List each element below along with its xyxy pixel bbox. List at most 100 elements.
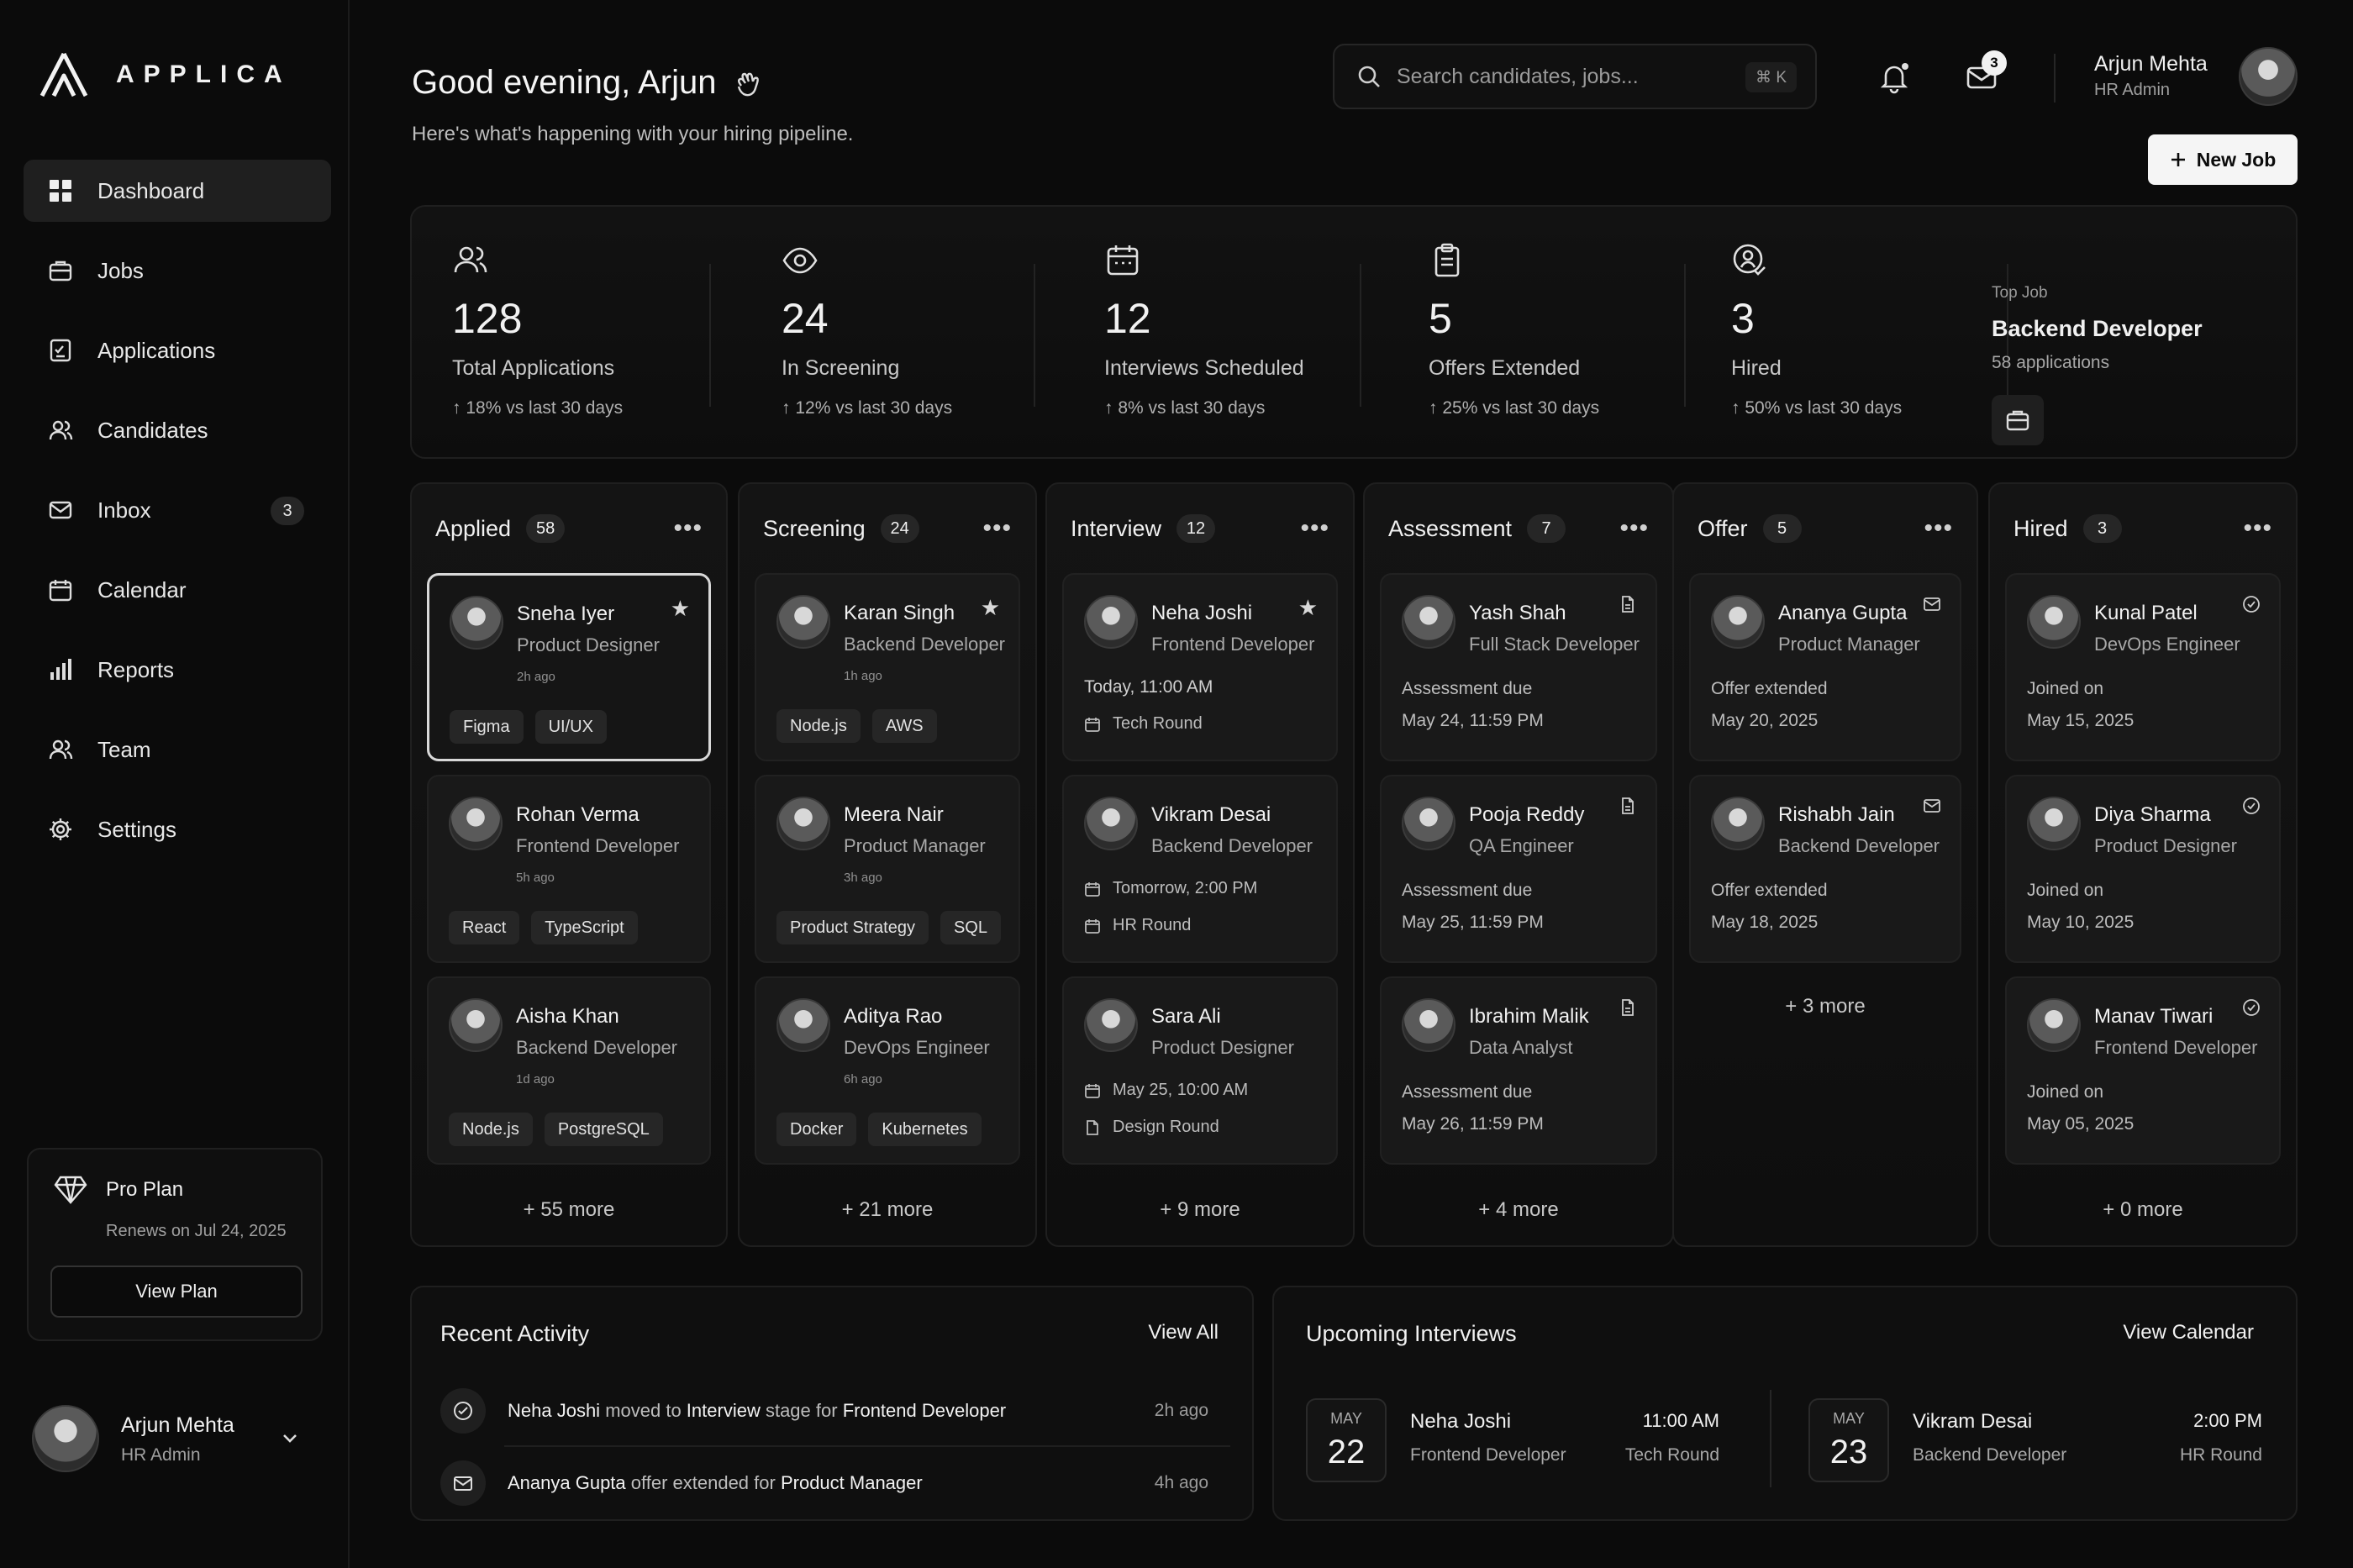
show-more-link[interactable]: + 4 more — [1365, 1198, 1672, 1222]
joined-date: May 15, 2025 — [2027, 711, 2135, 730]
candidate-card[interactable]: Sneha Iyer Product Designer 2h ago ★ Fig… — [427, 573, 711, 761]
sidebar-item-settings[interactable]: Settings — [24, 798, 331, 860]
candidate-card[interactable]: Rishabh Jain Backend Developer Offer ext… — [1689, 775, 1961, 963]
more-options-icon[interactable]: ••• — [673, 514, 703, 543]
top-job-title[interactable]: Backend Developer — [1992, 316, 2203, 342]
show-more-link[interactable]: + 55 more — [412, 1198, 726, 1222]
candidate-card[interactable]: Aditya Rao DevOps Engineer 6h ago Docker… — [755, 976, 1020, 1165]
candidate-card[interactable]: Meera Nair Product Manager 3h ago Produc… — [755, 775, 1020, 963]
top-job-button[interactable] — [1992, 395, 2044, 445]
star-icon[interactable]: ★ — [671, 596, 690, 622]
show-more-link[interactable]: + 9 more — [1047, 1198, 1353, 1222]
stat-divider — [709, 264, 711, 407]
candidate-name: Kunal Patel — [2094, 602, 2198, 624]
more-options-icon[interactable]: ••• — [982, 514, 1012, 543]
document-icon — [1619, 998, 1637, 1017]
candidate-card[interactable]: Sara Ali Product Designer May 25, 10:00 … — [1062, 976, 1338, 1165]
candidate-card[interactable]: Rohan Verma Frontend Developer 5h ago Re… — [427, 775, 711, 963]
avatar — [2027, 998, 2081, 1052]
star-icon[interactable]: ★ — [1298, 595, 1318, 621]
skill-tag: Kubernetes — [868, 1113, 982, 1146]
sidebar-item-applications[interactable]: Applications — [24, 319, 331, 381]
skill-tag: PostgreSQL — [544, 1113, 663, 1146]
star-icon[interactable]: ★ — [981, 595, 1000, 621]
keyboard-shortcut: ⌘ K — [1745, 62, 1797, 92]
logo[interactable]: APPLICA — [39, 52, 292, 97]
activity-item[interactable]: Neha Joshi moved to Interview stage for … — [440, 1381, 1237, 1440]
avatar — [1084, 595, 1138, 649]
candidate-card[interactable]: Yash Shah Full Stack Developer Assessmen… — [1380, 573, 1657, 761]
activity-text: Neha Joshi moved to Interview stage for … — [508, 1400, 1007, 1421]
candidate-card[interactable]: Aisha Khan Backend Developer 1d ago Node… — [427, 976, 711, 1165]
sidebar-item-reports[interactable]: Reports — [24, 639, 331, 701]
sidebar-item-jobs[interactable]: Jobs — [24, 239, 331, 302]
show-more-link[interactable]: + 0 more — [1990, 1198, 2296, 1222]
show-more-link[interactable]: + 21 more — [740, 1198, 1035, 1222]
candidate-card[interactable]: Diya Sharma Product Designer Joined on M… — [2005, 775, 2281, 963]
plus-icon — [2170, 151, 2187, 168]
user-menu[interactable]: Arjun Mehta HR Admin — [32, 1405, 318, 1474]
avatar[interactable] — [2239, 47, 2298, 106]
candidate-card[interactable]: Karan Singh Backend Developer 1h ago ★ N… — [755, 573, 1020, 761]
candidate-role: Backend Developer — [844, 634, 1006, 655]
new-job-button[interactable]: New Job — [2148, 134, 2298, 185]
sidebar-item-dashboard[interactable]: Dashboard — [24, 160, 331, 222]
interview-time: Today, 11:00 AM — [1084, 677, 1213, 697]
interview-role: Frontend Developer — [1410, 1445, 1566, 1465]
sidebar-item-candidates[interactable]: Candidates — [24, 399, 331, 461]
candidate-name: Rohan Verma — [516, 803, 640, 826]
assessment-due-date: May 26, 11:59 PM — [1402, 1114, 1544, 1134]
more-options-icon[interactable]: ••• — [1619, 514, 1649, 543]
avatar — [449, 797, 503, 850]
chevron-down-icon[interactable] — [281, 1429, 299, 1447]
interview-time: Tomorrow, 2:00 PM — [1084, 879, 1257, 898]
sidebar-item-team[interactable]: Team — [24, 718, 331, 781]
avatar — [1402, 998, 1455, 1052]
notifications-button[interactable] — [1874, 57, 1914, 97]
view-all-link[interactable]: View All — [1148, 1321, 1219, 1344]
show-more-link[interactable]: + 3 more — [1674, 995, 1977, 1018]
header-user-role: HR Admin — [2094, 81, 2171, 99]
more-options-icon[interactable]: ••• — [1924, 514, 1953, 543]
panel-title: Recent Activity — [440, 1321, 590, 1346]
interview-time: May 25, 10:00 AM — [1084, 1081, 1248, 1100]
candidate-card[interactable]: Kunal Patel DevOps Engineer Joined on Ma… — [2005, 573, 2281, 761]
candidate-card[interactable]: Manav Tiwari Frontend Developer Joined o… — [2005, 976, 2281, 1165]
interview-item[interactable]: MAY 23 Vikram Desai Backend Developer 2:… — [1808, 1398, 2262, 1482]
column-header: Screening 24 — [763, 514, 919, 543]
view-calendar-link[interactable]: View Calendar — [2123, 1321, 2254, 1344]
messages-button[interactable]: 3 — [1961, 50, 2007, 97]
candidate-time: 1d ago — [516, 1072, 555, 1087]
briefcase-icon — [2005, 408, 2030, 433]
candidate-card[interactable]: Vikram Desai Backend Developer Tomorrow,… — [1062, 775, 1338, 963]
avatar — [776, 595, 830, 649]
stat-label: Hired — [1731, 356, 1782, 380]
gear-icon — [47, 816, 74, 843]
mail-icon — [440, 1460, 486, 1506]
activity-item[interactable]: Ananya Gupta offer extended for Product … — [440, 1454, 1237, 1513]
joined-date: May 05, 2025 — [2027, 1114, 2135, 1134]
assessment-status: Assessment due — [1402, 679, 1533, 698]
sidebar-item-inbox[interactable]: Inbox 3 — [24, 479, 331, 541]
candidate-card[interactable]: Pooja Reddy QA Engineer Assessment due M… — [1380, 775, 1657, 963]
search-input[interactable]: Search candidates, jobs... ⌘ K — [1333, 44, 1817, 109]
avatar — [1084, 998, 1138, 1052]
column-count: 58 — [526, 514, 566, 543]
header-user-name: Arjun Mehta — [2094, 52, 2208, 76]
sidebar-item-calendar[interactable]: Calendar — [24, 559, 331, 621]
candidate-name: Diya Sharma — [2094, 803, 2211, 826]
assessment-status: Assessment due — [1402, 881, 1533, 900]
mail-icon — [1923, 797, 1941, 815]
avatar — [1402, 595, 1455, 649]
candidate-card[interactable]: Ibrahim Malik Data Analyst Assessment du… — [1380, 976, 1657, 1165]
skill-tag: React — [449, 911, 520, 944]
page-subtitle: Here's what's happening with your hiring… — [412, 123, 854, 145]
more-options-icon[interactable]: ••• — [1300, 514, 1329, 543]
interview-item[interactable]: MAY 22 Neha Joshi Frontend Developer 11:… — [1306, 1398, 1719, 1482]
view-plan-button[interactable]: View Plan — [50, 1265, 303, 1318]
candidate-role: QA Engineer — [1469, 835, 1574, 856]
candidate-card[interactable]: Ananya Gupta Product Manager Offer exten… — [1689, 573, 1961, 761]
column-header: Interview 12 — [1071, 514, 1216, 543]
more-options-icon[interactable]: ••• — [2243, 514, 2272, 543]
candidate-card[interactable]: Neha Joshi Frontend Developer ★ Today, 1… — [1062, 573, 1338, 761]
